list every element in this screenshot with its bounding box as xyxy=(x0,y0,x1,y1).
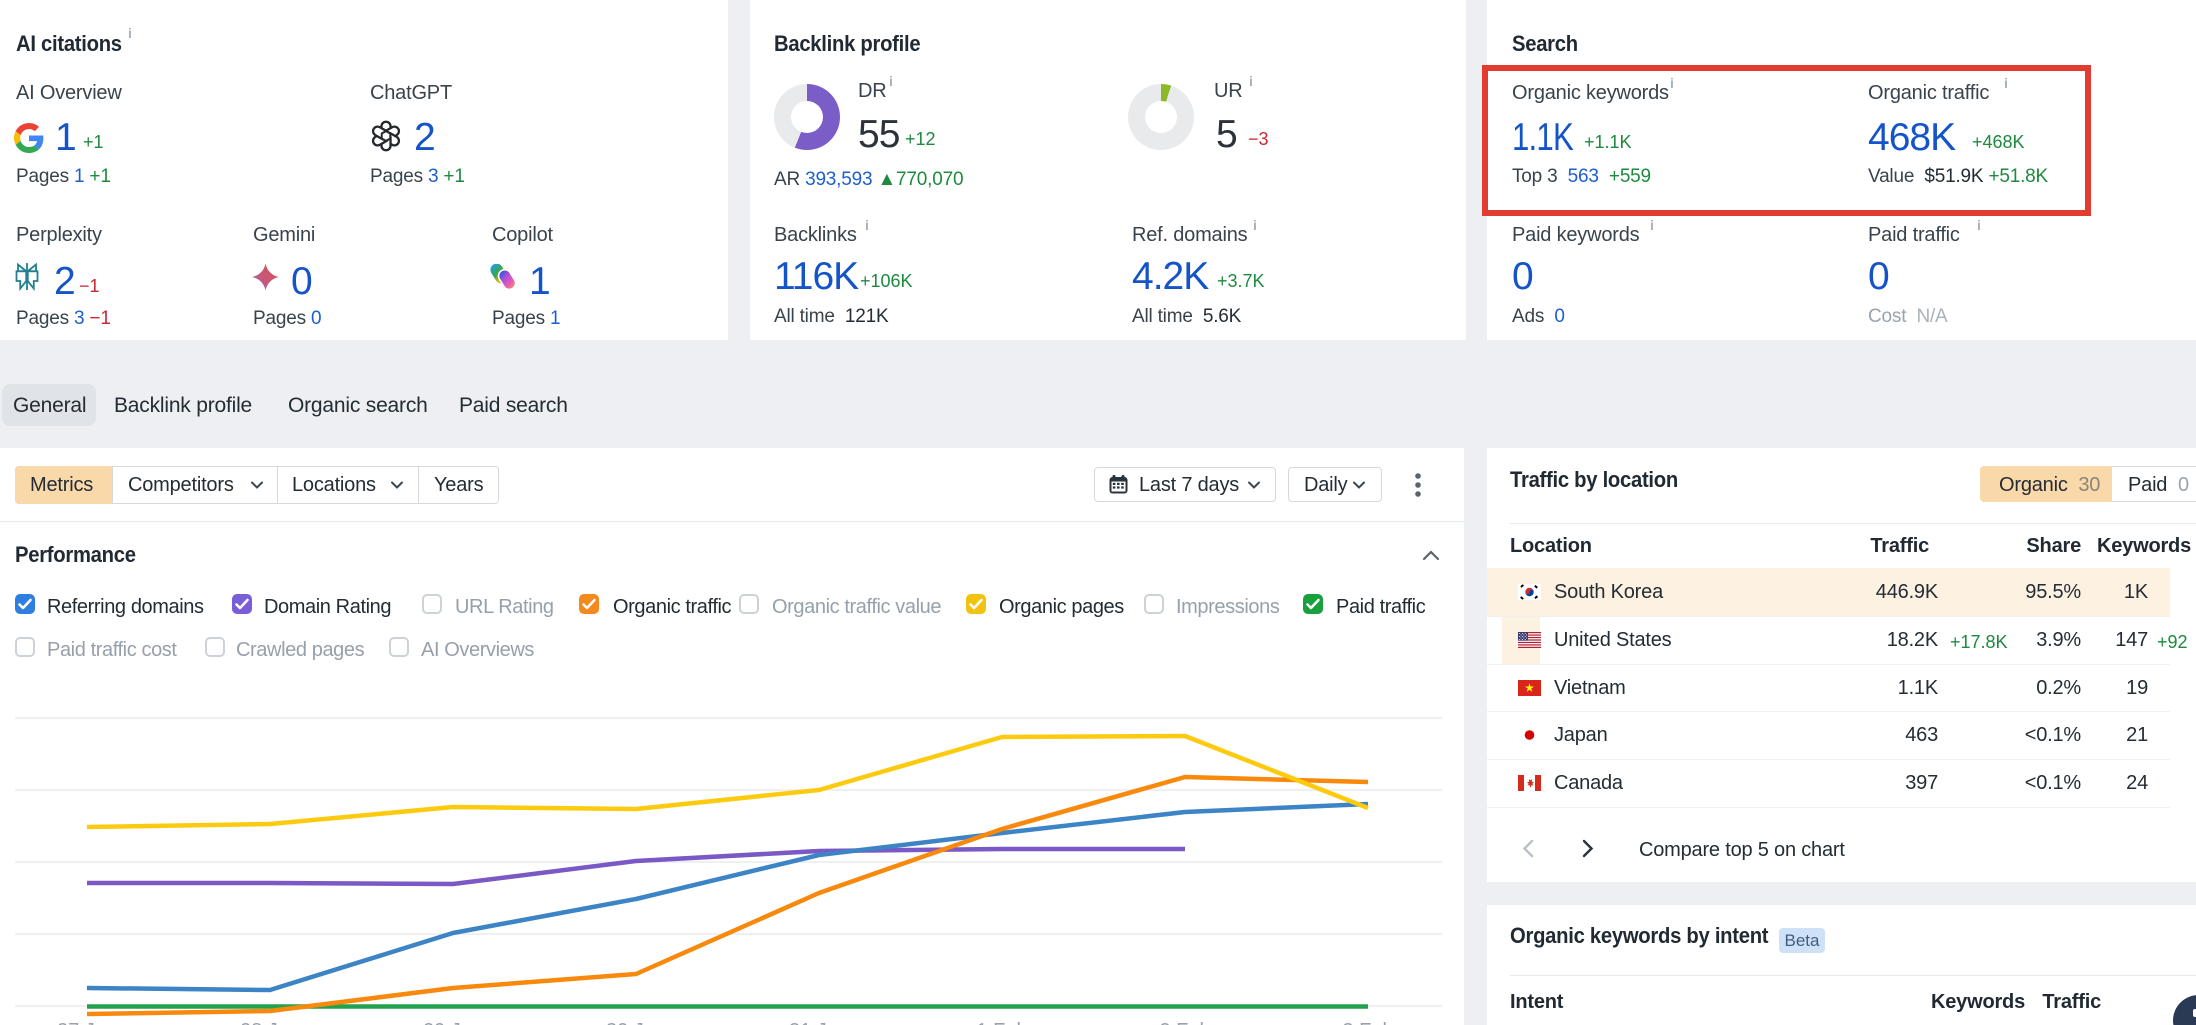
svg-text:31 Jan: 31 Jan xyxy=(789,1020,849,1025)
svg-text:1 Feb: 1 Feb xyxy=(976,1020,1027,1025)
svg-text:27 Jan: 27 Jan xyxy=(57,1020,117,1025)
svg-text:3 Feb: 3 Feb xyxy=(1342,1020,1393,1025)
svg-text:29 Jan: 29 Jan xyxy=(423,1020,483,1025)
svg-text:30 Jan: 30 Jan xyxy=(606,1020,666,1025)
svg-text:28 Jan: 28 Jan xyxy=(240,1020,300,1025)
svg-text:2 Feb: 2 Feb xyxy=(1159,1020,1210,1025)
